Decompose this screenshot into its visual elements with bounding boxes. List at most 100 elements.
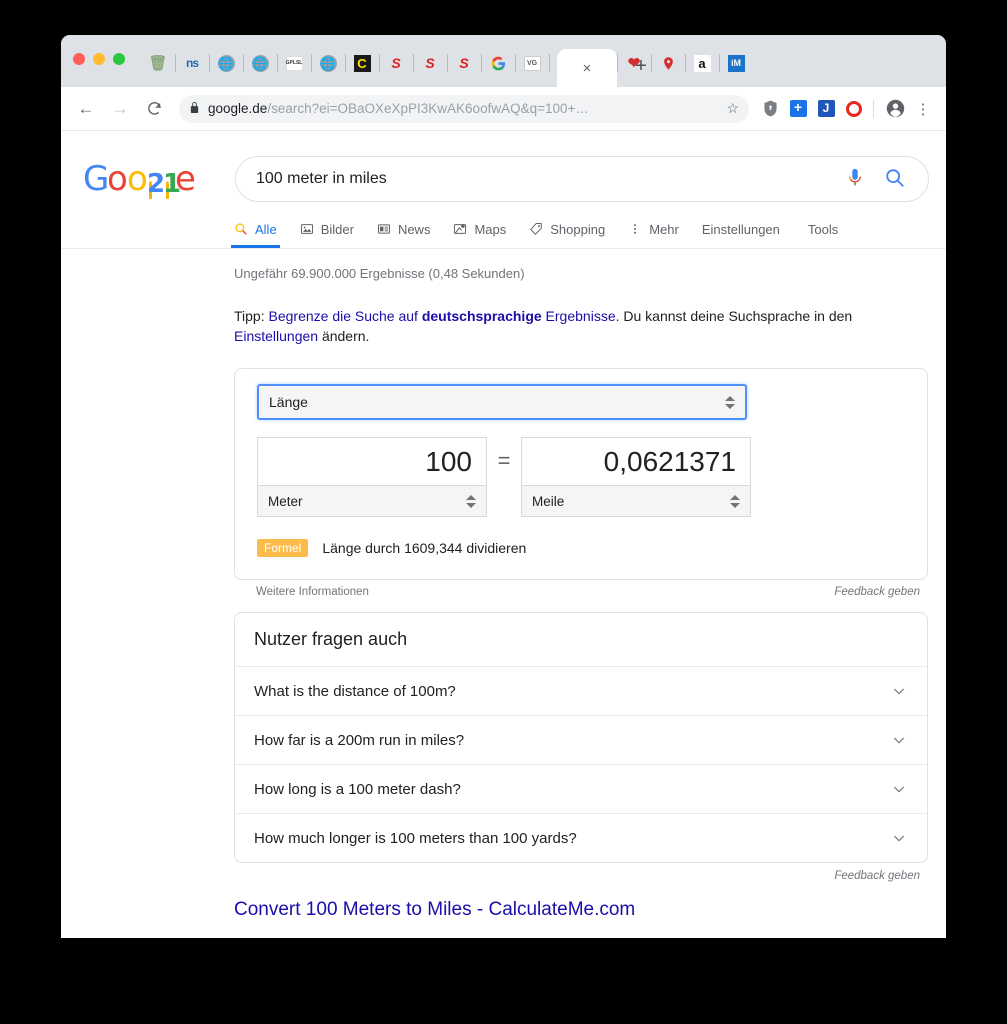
microphone-icon[interactable] <box>844 167 868 191</box>
pinned-tab-s-2[interactable]: S <box>413 47 447 79</box>
tab-label: News <box>397 222 431 237</box>
chevron-updown-icon <box>730 493 740 509</box>
j-extension-icon[interactable]: J <box>813 96 839 122</box>
maximize-window-button[interactable] <box>113 53 125 65</box>
page-content: G o o 2 1 e 100 meter in miles Alle Bild… <box>61 131 946 938</box>
tab-bilder[interactable]: Bilder <box>300 222 354 248</box>
reload-button[interactable] <box>139 94 169 124</box>
chevron-down-icon[interactable] <box>890 780 908 798</box>
pinned-tab-gplsl[interactable]: GPLSL <box>277 47 311 79</box>
pinned-tab-vg[interactable]: VG <box>515 47 549 79</box>
pinned-tab-s-3[interactable]: S <box>447 47 481 79</box>
pinned-tab-globe-1[interactable]: 🌐 <box>209 47 243 79</box>
tab-einstellungen[interactable]: Einstellungen <box>702 222 780 248</box>
from-unit-select[interactable]: Meter <box>257 485 487 517</box>
paa-question-text: How long is a 100 meter dash? <box>254 780 461 798</box>
close-window-button[interactable] <box>73 53 85 65</box>
s-letter-icon: S <box>459 55 469 71</box>
converter-row: 100 Meter = 0,0621371 Meile <box>257 437 905 517</box>
tab-alle[interactable]: Alle <box>231 222 280 248</box>
pinned-tab-globe-2[interactable]: 🌐 <box>243 47 277 79</box>
forward-button[interactable]: → <box>105 94 135 124</box>
pinned-tab-amazon[interactable]: a <box>685 47 719 79</box>
pinned-tab-trash[interactable]: 🗑 <box>141 47 175 79</box>
search-header: G o o 2 1 e 100 meter in miles <box>61 131 946 209</box>
search-submit-icon[interactable] <box>884 167 908 191</box>
more-vertical-icon <box>628 222 643 237</box>
paa-question-1[interactable]: What is the distance of 100m? <box>235 667 927 716</box>
to-value-input[interactable]: 0,0621371 <box>521 437 751 485</box>
feedback-link[interactable]: Feedback geben <box>834 586 920 598</box>
tip-suffix: ändern. <box>318 328 370 344</box>
paa-question-4[interactable]: How much longer is 100 meters than 100 y… <box>235 814 927 862</box>
gplsl-icon: GPLSL <box>285 55 303 71</box>
results-container: Ungefähr 69.900.000 Ergebnisse (0,48 Sek… <box>61 249 946 921</box>
pinned-tab-s-1[interactable]: S <box>379 47 413 79</box>
search-box[interactable]: 100 meter in miles <box>235 156 929 202</box>
tab-news[interactable]: News <box>377 222 431 248</box>
chevron-updown-icon <box>466 493 476 509</box>
c-letter-icon: C <box>353 54 371 72</box>
pinned-tab-globe-3[interactable]: 🌐 <box>311 47 345 79</box>
paa-feedback-link[interactable]: Feedback geben <box>234 863 928 882</box>
chevron-down-icon[interactable] <box>890 731 908 749</box>
pinned-tab-pin[interactable] <box>651 47 685 79</box>
search-icon <box>234 222 249 237</box>
more-info-link[interactable]: Weitere Informationen <box>256 586 369 598</box>
browser-window: 🗑 ns 🌐 🌐 GPLSL 🌐 C S S S VG ❤ a iM × + ←… <box>61 35 946 938</box>
from-value-input[interactable]: 100 <box>257 437 487 485</box>
address-bar[interactable]: google.de/search?ei=OBaOXeXpPI3KwAK6oofw… <box>179 94 749 123</box>
globe-icon: 🌐 <box>251 54 269 72</box>
image-icon <box>300 222 315 237</box>
unit-converter-card: Länge 100 Meter = 0,0621371 Meile Formel… <box>234 368 928 580</box>
url-text: google.de/search?ei=OBaOXeXpPI3KwAK6oofw… <box>208 101 589 116</box>
close-icon[interactable]: × <box>577 58 597 78</box>
paa-question-2[interactable]: How far is a 200m run in miles? <box>235 716 927 765</box>
tip-link-bold: deutschsprachige <box>421 308 542 324</box>
shield-extension-icon[interactable] <box>757 96 783 122</box>
search-input[interactable]: 100 meter in miles <box>256 170 844 188</box>
chevron-updown-icon <box>725 394 735 410</box>
tab-shopping[interactable]: Shopping <box>529 222 605 248</box>
converter-card-footer: Weitere Informationen Feedback geben <box>234 580 928 598</box>
location-pin-icon <box>660 55 677 72</box>
tip-link-part-a: Begrenze die Suche auf <box>268 308 422 324</box>
equals-sign: = <box>497 448 511 473</box>
globe-icon: 🌐 <box>319 54 337 72</box>
unit-type-select[interactable]: Länge <box>257 384 747 420</box>
pinned-tab-c[interactable]: C <box>345 47 379 79</box>
to-unit-select[interactable]: Meile <box>521 485 751 517</box>
tab-mehr[interactable]: Mehr <box>628 222 679 248</box>
map-icon <box>453 222 468 237</box>
paa-title: Nutzer fragen auch <box>235 613 927 667</box>
tip-link-settings[interactable]: Einstellungen <box>234 328 318 344</box>
toolbar-divider <box>873 99 874 118</box>
google-doodle-logo[interactable]: G o o 2 1 e <box>83 159 208 199</box>
plus-extension-icon[interactable]: + <box>785 96 811 122</box>
bookmark-star-icon[interactable]: ☆ <box>726 100 739 117</box>
paa-question-3[interactable]: How long is a 100 meter dash? <box>235 765 927 814</box>
search-result-title-link[interactable]: Convert 100 Meters to Miles - CalculateM… <box>234 899 928 921</box>
ns-icon: ns <box>185 56 199 70</box>
chevron-down-icon[interactable] <box>890 682 908 700</box>
tab-label: Einstellungen <box>701 222 780 237</box>
pinned-tab-ns[interactable]: ns <box>175 47 209 79</box>
minimize-window-button[interactable] <box>93 53 105 65</box>
tip-link-language[interactable]: Begrenze die Suche auf deutschsprachige … <box>269 308 616 324</box>
tab-maps[interactable]: Maps <box>453 222 506 248</box>
new-tab-button[interactable]: + <box>627 52 655 80</box>
pinned-tab-im[interactable]: iM <box>719 47 753 79</box>
tab-label: Alle <box>255 222 277 237</box>
active-tab[interactable]: × <box>557 49 617 87</box>
people-also-ask-card: Nutzer fragen auch What is the distance … <box>234 612 928 863</box>
record-extension-icon[interactable] <box>841 96 867 122</box>
formula-text: Länge durch 1609,344 dividieren <box>322 540 527 556</box>
profile-avatar[interactable] <box>882 96 908 122</box>
chevron-down-icon[interactable] <box>890 829 908 847</box>
formula-badge: Formel <box>257 539 309 557</box>
browser-menu-button[interactable]: ⋮ <box>910 96 936 122</box>
tab-tools[interactable]: Tools <box>808 222 838 248</box>
pinned-tab-google-1[interactable] <box>481 47 515 79</box>
back-button[interactable]: ← <box>71 94 101 124</box>
browser-toolbar: ← → google.de/search?ei=OBaOXeXpPI3KwAK6… <box>61 87 946 131</box>
